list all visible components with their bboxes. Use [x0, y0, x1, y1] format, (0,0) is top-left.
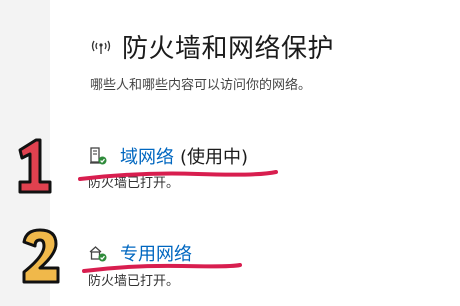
page-header: 防火墙和网络保护 — [90, 26, 334, 66]
firewall-page: 防火墙和网络保护 哪些人和哪些内容可以访问你的网络。 域网络 (使用中) 防火墙… — [50, 0, 460, 306]
page-subtitle: 哪些人和哪些内容可以访问你的网络。 — [90, 78, 312, 93]
network-item-private[interactable]: 专用网络 — [88, 240, 192, 266]
private-network-link[interactable]: 专用网络 — [120, 240, 192, 266]
wifi-broadcast-icon — [91, 40, 111, 54]
page-title: 防火墙和网络保护 — [122, 33, 335, 64]
domain-network-icon — [90, 147, 107, 165]
network-item-domain[interactable]: 域网络 (使用中) — [88, 143, 248, 169]
private-firewall-status: 防火墙已打开。 — [88, 274, 180, 289]
domain-firewall-status: 防火墙已打开。 — [88, 176, 180, 191]
private-network-icon — [89, 246, 107, 262]
in-use-note: (使用中) — [180, 147, 249, 168]
domain-network-link[interactable]: 域网络 — [120, 143, 174, 169]
left-strip — [0, 0, 50, 306]
